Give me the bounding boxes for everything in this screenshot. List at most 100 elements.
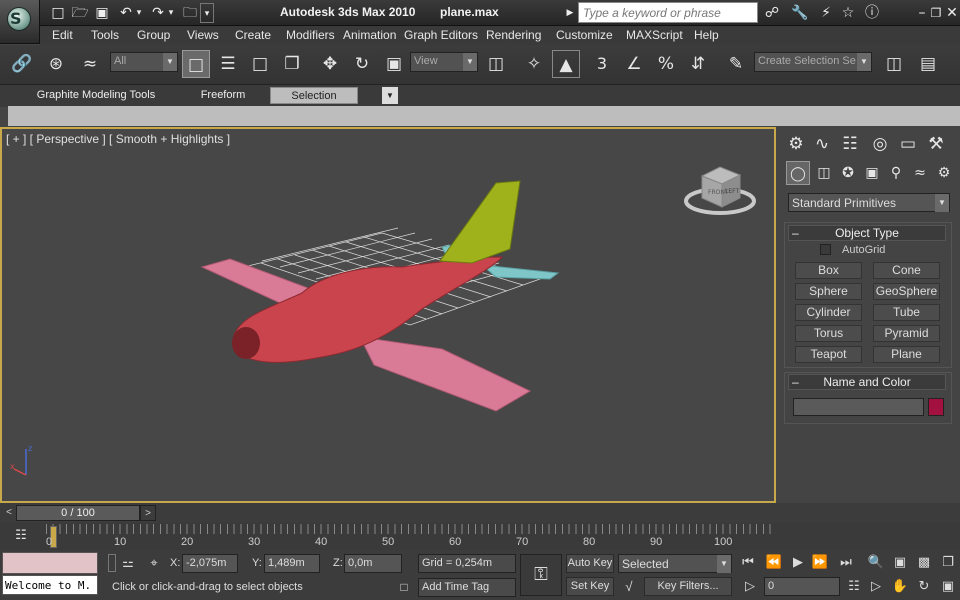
- communication-center-icon[interactable]: ⚡: [816, 3, 836, 23]
- menu-edit[interactable]: Edit: [52, 28, 73, 42]
- edit-named-selection-icon[interactable]: ✎: [722, 50, 750, 78]
- window-crossing-icon[interactable]: ❐: [278, 50, 306, 78]
- object-color-swatch[interactable]: [928, 398, 944, 416]
- selection-filter-dropdown[interactable]: All ▼: [110, 52, 178, 72]
- box-button[interactable]: Box: [795, 262, 862, 279]
- application-button[interactable]: S: [0, 0, 40, 44]
- menu-rendering[interactable]: Rendering: [486, 28, 541, 42]
- y-coordinate-field[interactable]: 1,489m: [264, 554, 320, 573]
- select-object-icon[interactable]: □: [182, 50, 210, 78]
- close-icon[interactable]: ✕: [942, 3, 960, 23]
- next-frame-icon[interactable]: >: [140, 505, 156, 521]
- sphere-button[interactable]: Sphere: [795, 283, 862, 300]
- helpers-icon[interactable]: ⚲: [884, 161, 908, 185]
- favorites-star-icon[interactable]: ☆: [838, 3, 858, 23]
- key-mode-dropdown[interactable]: Selected ▼: [618, 554, 732, 573]
- time-configuration-icon[interactable]: ☷: [844, 577, 864, 597]
- maxscript-listener[interactable]: Welcome to M.: [2, 575, 98, 595]
- hierarchy-tab-icon[interactable]: ☷: [836, 130, 864, 158]
- zoom-extents-icon[interactable]: ▩: [914, 553, 934, 573]
- plane-button[interactable]: Plane: [873, 346, 940, 363]
- current-frame-field[interactable]: 0: [764, 577, 840, 596]
- menu-tools[interactable]: Tools: [91, 28, 119, 42]
- maximize-viewport-icon[interactable]: ▣: [938, 577, 958, 597]
- select-and-rotate-icon[interactable]: ↻: [348, 50, 376, 78]
- rectangular-selection-region-icon[interactable]: □: [246, 50, 274, 78]
- menu-modifiers[interactable]: Modifiers: [286, 28, 335, 42]
- select-and-scale-icon[interactable]: ▣: [380, 50, 408, 78]
- viewcube-icon[interactable]: FRONT LEFT: [684, 166, 756, 215]
- object-type-rollout-header[interactable]: – Object Type: [788, 225, 946, 241]
- select-and-manipulate-icon[interactable]: ✧: [520, 50, 548, 78]
- cameras-icon[interactable]: ▣: [860, 161, 884, 185]
- time-tag-icon[interactable]: □: [396, 579, 412, 595]
- orbit-icon[interactable]: ↻: [914, 577, 934, 597]
- menu-group[interactable]: Group: [137, 28, 170, 42]
- selection-set-toggle[interactable]: [108, 554, 116, 572]
- zoom-all-icon[interactable]: ▣: [890, 553, 910, 573]
- menu-animation[interactable]: Animation: [343, 28, 396, 42]
- x-coordinate-field[interactable]: -2,075m: [182, 554, 238, 573]
- menu-maxscript[interactable]: MAXScript: [626, 28, 683, 42]
- object-name-input[interactable]: [793, 398, 924, 416]
- menu-views[interactable]: Views: [187, 28, 219, 42]
- tab-freeform[interactable]: Freeform: [190, 87, 256, 104]
- new-file-icon[interactable]: □: [48, 3, 68, 23]
- modify-tab-icon[interactable]: ∿: [808, 130, 836, 158]
- pan-view-icon[interactable]: ✋: [890, 577, 910, 597]
- open-file-icon[interactable]: 🗁: [70, 3, 90, 23]
- add-time-tag-button[interactable]: Add Time Tag: [418, 578, 516, 597]
- autogrid-checkbox[interactable]: [820, 244, 831, 255]
- time-slider[interactable]: 0 / 100: [16, 505, 140, 521]
- zoom-icon[interactable]: 🔍: [866, 553, 886, 573]
- tube-button[interactable]: Tube: [873, 304, 940, 321]
- display-tab-icon[interactable]: ▭: [894, 130, 922, 158]
- maxscript-macro-recorder[interactable]: [2, 552, 98, 574]
- redo-icon[interactable]: ↷: [148, 3, 168, 23]
- menu-create[interactable]: Create: [235, 28, 271, 42]
- object-category-dropdown[interactable]: Standard Primitives ▼: [788, 193, 950, 212]
- snaps-toggle-icon[interactable]: 3: [588, 50, 616, 78]
- shapes-icon[interactable]: ◫: [812, 161, 836, 185]
- binoculars-icon[interactable]: ☍: [762, 3, 782, 23]
- next-key-icon[interactable]: ⏩: [810, 553, 830, 573]
- utilities-tab-icon[interactable]: ⚒: [922, 130, 950, 158]
- subscription-icon[interactable]: 🔧: [790, 3, 810, 23]
- select-and-link-icon[interactable]: 🔗: [8, 50, 36, 78]
- set-key-button[interactable]: Set Key: [566, 577, 614, 596]
- geosphere-button[interactable]: GeoSphere: [873, 283, 940, 300]
- tab-graphite-modeling-tools[interactable]: Graphite Modeling Tools: [28, 87, 164, 104]
- bind-to-space-warp-icon[interactable]: ≈: [76, 50, 104, 78]
- project-folder-icon[interactable]: 🗀: [180, 3, 200, 23]
- unlink-selection-icon[interactable]: ⊛: [42, 50, 70, 78]
- ribbon-expand-icon[interactable]: ▼: [382, 87, 398, 104]
- pivot-point-center-icon[interactable]: ◫: [482, 50, 510, 78]
- go-to-start-icon[interactable]: ⏮: [738, 553, 758, 573]
- menu-help[interactable]: Help: [694, 28, 719, 42]
- cone-button[interactable]: Cone: [873, 262, 940, 279]
- save-file-icon[interactable]: ▣: [92, 3, 112, 23]
- align-icon[interactable]: ▤: [914, 50, 942, 78]
- named-selection-sets-dropdown[interactable]: Create Selection Se ▼: [754, 52, 872, 72]
- select-and-move-icon[interactable]: ✥: [316, 50, 344, 78]
- cylinder-button[interactable]: Cylinder: [795, 304, 862, 321]
- name-and-color-rollout-header[interactable]: – Name and Color: [788, 374, 946, 390]
- redo-dropdown-icon[interactable]: ▾: [166, 3, 176, 23]
- geometry-icon[interactable]: ◯: [786, 161, 810, 185]
- selection-lock-icon[interactable]: ⚍: [120, 554, 136, 572]
- create-tab-icon[interactable]: ⚙: [782, 130, 810, 158]
- select-by-name-icon[interactable]: ☰: [214, 50, 242, 78]
- menu-graph-editors[interactable]: Graph Editors: [404, 28, 478, 42]
- quick-access-dropdown-icon[interactable]: ▾: [200, 3, 214, 23]
- search-expand-icon[interactable]: ▶: [564, 3, 576, 23]
- lights-icon[interactable]: ✪: [836, 161, 860, 185]
- undo-dropdown-icon[interactable]: ▾: [134, 3, 144, 23]
- key-filters-button[interactable]: Key Filters...: [644, 577, 732, 596]
- zoom-extents-all-icon[interactable]: ❐: [938, 553, 958, 573]
- go-to-end-icon[interactable]: ⏭: [836, 553, 856, 573]
- tab-selection[interactable]: Selection: [270, 87, 358, 104]
- field-of-view-icon[interactable]: ▷: [866, 577, 886, 597]
- auto-key-button[interactable]: Auto Key: [566, 554, 614, 573]
- default-tangent-icon[interactable]: √: [618, 577, 640, 596]
- percent-snap-icon[interactable]: %: [652, 50, 680, 78]
